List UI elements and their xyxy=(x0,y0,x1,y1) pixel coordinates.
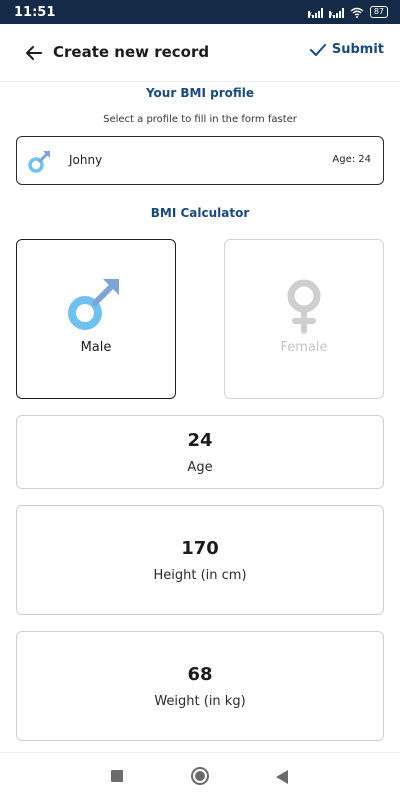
profile-section-subtitle: Select a profile to fill in the form fas… xyxy=(103,114,297,125)
wifi-icon xyxy=(350,7,364,18)
battery-icon: 87 xyxy=(369,6,388,18)
female-icon xyxy=(287,279,321,334)
system-nav-bar xyxy=(0,752,400,800)
calculator-section-title: BMI Calculator xyxy=(150,206,250,220)
home-icon[interactable] xyxy=(190,766,210,786)
male-icon xyxy=(68,279,119,330)
female-option-card[interactable]: Female xyxy=(224,239,384,399)
back-triangle-icon[interactable] xyxy=(275,769,289,785)
app-header: Create new record Submit xyxy=(0,24,400,82)
recent-apps-icon[interactable] xyxy=(111,770,123,782)
age-value: 24 xyxy=(187,430,213,451)
profile-section-title: Your BMI profile xyxy=(145,86,255,100)
status-icons: x x 87 xyxy=(307,6,388,18)
signal-icon: x xyxy=(328,7,344,18)
weight-value: 68 xyxy=(187,664,213,685)
profile-name: Johny xyxy=(69,153,103,167)
profile-selector[interactable]: Johny Age: 24 xyxy=(16,136,384,185)
submit-button[interactable]: Submit xyxy=(309,42,384,57)
male-option-card[interactable]: Male xyxy=(16,239,176,399)
status-bar: 11:51 x x 87 xyxy=(0,0,400,24)
height-input-card[interactable]: 170 Height (in cm) xyxy=(16,505,384,615)
checkmark-icon xyxy=(309,43,326,56)
submit-label: Submit xyxy=(331,42,384,57)
height-value: 170 xyxy=(181,538,219,559)
profile-age: Age: 24 xyxy=(332,154,371,165)
male-icon xyxy=(28,151,50,173)
weight-label: Weight (in kg) xyxy=(154,694,246,709)
height-label: Height (in cm) xyxy=(153,568,247,583)
female-label: Female xyxy=(280,340,328,355)
signal-icon: x xyxy=(307,7,323,18)
page-title: Create new record xyxy=(53,43,210,61)
weight-input-card[interactable]: 68 Weight (in kg) xyxy=(16,631,384,741)
back-arrow-icon[interactable] xyxy=(24,43,44,63)
status-time: 11:51 xyxy=(14,4,56,20)
age-label: Age xyxy=(187,460,213,475)
age-input-card[interactable]: 24 Age xyxy=(16,415,384,489)
male-label: Male xyxy=(80,340,112,355)
